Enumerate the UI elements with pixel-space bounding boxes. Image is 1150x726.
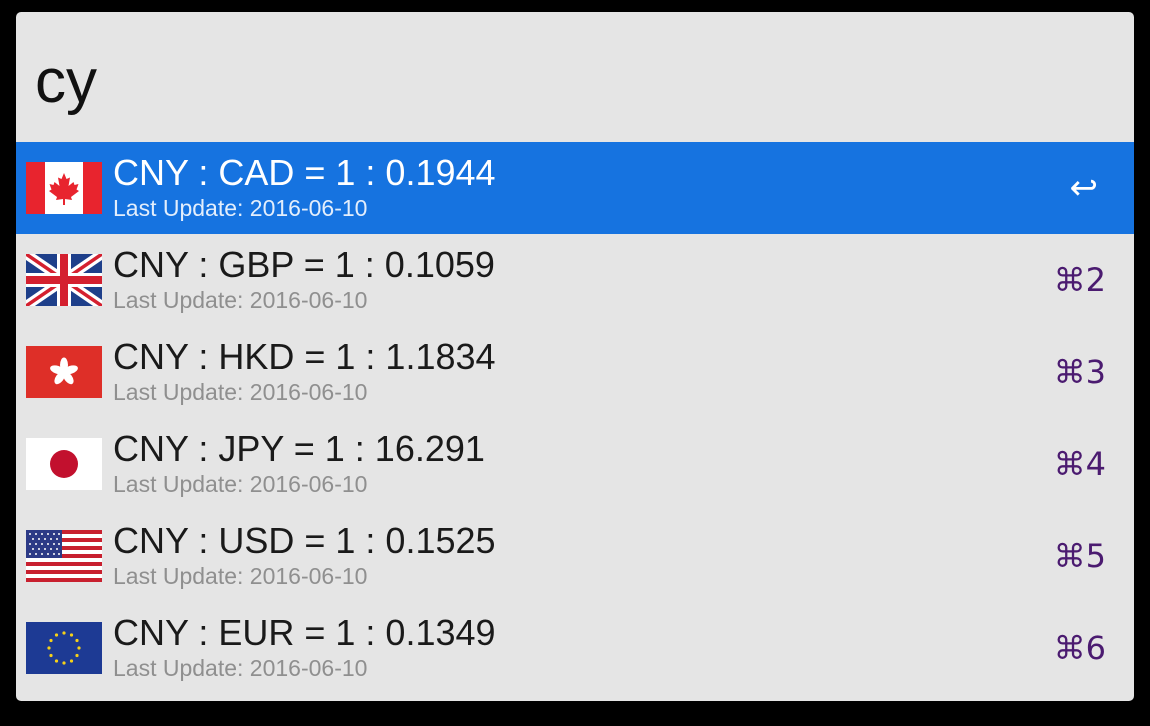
result-title: CNY : HKD = 1 : 1.1834 <box>113 336 496 377</box>
launcher-window: CNY : CAD = 1 : 0.1944 Last Update: 2016… <box>16 12 1134 701</box>
result-title: CNY : USD = 1 : 0.1525 <box>113 520 496 561</box>
canada-flag-icon <box>26 162 102 214</box>
eu-flag-icon <box>26 622 102 674</box>
shortcut-label: ⌘3 <box>1053 353 1106 391</box>
result-item-cad[interactable]: CNY : CAD = 1 : 0.1944 Last Update: 2016… <box>16 142 1134 234</box>
result-title: CNY : JPY = 1 : 16.291 <box>113 428 485 469</box>
result-subtitle: Last Update: 2016-06-10 <box>113 379 368 405</box>
result-item-usd[interactable]: CNY : USD = 1 : 0.1525 Last Update: 2016… <box>16 510 1134 602</box>
return-key-icon: ↩ <box>1069 168 1099 208</box>
result-subtitle: Last Update: 2016-06-10 <box>113 287 368 313</box>
result-title: CNY : CAD = 1 : 0.1944 <box>113 152 496 193</box>
shortcut-label: ⌘5 <box>1053 537 1106 575</box>
usa-flag-icon <box>26 530 102 582</box>
result-subtitle: Last Update: 2016-06-10 <box>113 471 368 497</box>
result-item-eur[interactable]: CNY : EUR = 1 : 0.1349 Last Update: 2016… <box>16 602 1134 694</box>
search-input[interactable] <box>35 42 1095 122</box>
shortcut-label: ⌘4 <box>1053 445 1106 483</box>
uk-flag-icon <box>26 254 102 306</box>
result-subtitle: Last Update: 2016-06-10 <box>113 195 368 221</box>
hong-kong-flag-icon <box>26 346 102 398</box>
search-bar <box>16 12 1134 142</box>
result-title: CNY : EUR = 1 : 0.1349 <box>113 612 496 653</box>
result-item-jpy[interactable]: CNY : JPY = 1 : 16.291 Last Update: 2016… <box>16 418 1134 510</box>
result-title: CNY : GBP = 1 : 0.1059 <box>113 244 495 285</box>
japan-flag-icon <box>26 438 102 490</box>
shortcut-label: ⌘2 <box>1053 261 1106 299</box>
result-item-gbp[interactable]: CNY : GBP = 1 : 0.1059 Last Update: 2016… <box>16 234 1134 326</box>
result-subtitle: Last Update: 2016-06-10 <box>113 563 368 589</box>
shortcut-label: ⌘6 <box>1053 629 1106 667</box>
result-subtitle: Last Update: 2016-06-10 <box>113 655 368 681</box>
result-item-hkd[interactable]: CNY : HKD = 1 : 1.1834 Last Update: 2016… <box>16 326 1134 418</box>
results-list: CNY : CAD = 1 : 0.1944 Last Update: 2016… <box>16 142 1134 694</box>
